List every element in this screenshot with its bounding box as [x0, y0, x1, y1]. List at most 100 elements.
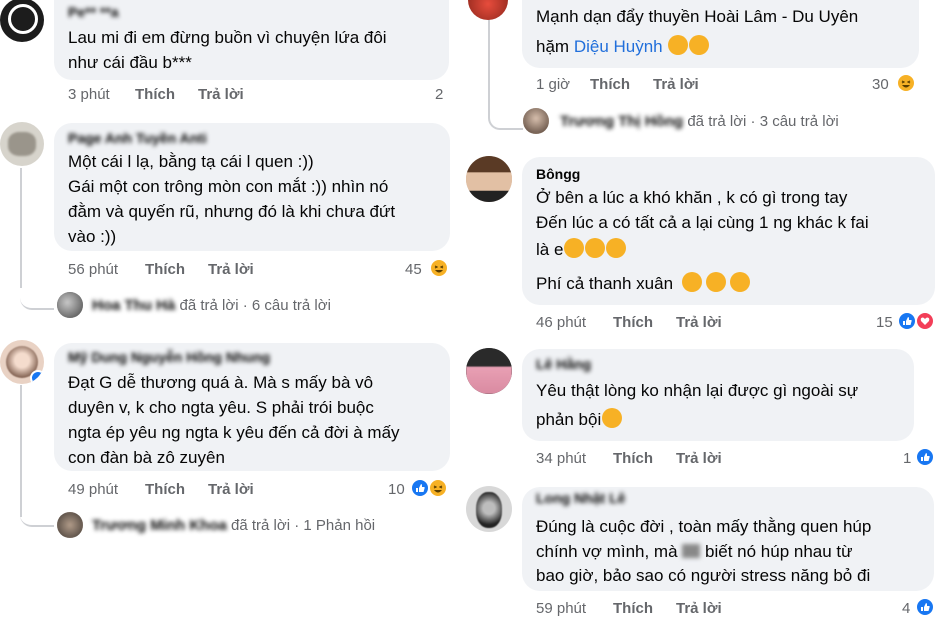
comment-line: Lau mi đi em đừng buồn vì chuyện lứa đôi [68, 28, 387, 47]
comment-line: là e [536, 237, 627, 262]
like-reaction-icon [915, 447, 935, 467]
comment-line: đằm và quyến rũ, nhưng đó là khi chưa đứ… [68, 202, 396, 221]
comment-author[interactable]: Mỹ Dung Nguyễn Hồng Nhung [68, 349, 270, 365]
comment-text: Phí cả thanh xuân [536, 274, 674, 293]
avatar-photo [466, 348, 512, 394]
author-name: Page Anh Tuyền Anti [68, 130, 207, 146]
reaction-count[interactable]: 45 [405, 261, 422, 278]
reaction-count[interactable]: 30 [872, 76, 889, 93]
avatar-photo [57, 512, 83, 538]
like-button[interactable]: Thích [135, 86, 175, 103]
comment-author[interactable]: Pe** **a [68, 4, 119, 20]
reaction-count[interactable]: 15 [876, 314, 893, 331]
reaction-count[interactable]: 10 [388, 481, 405, 498]
comment-line: hặm Diệu Huỳnh [536, 34, 710, 59]
avatar[interactable] [57, 512, 83, 538]
comment-text: chính vợ mình, mà [536, 542, 678, 561]
reaction-count[interactable]: 1 [903, 450, 911, 467]
view-replies-link[interactable]: Trương Minh Khoa đã trả lời · 1 Phản hồi [92, 517, 375, 534]
avatar-ring [8, 4, 38, 34]
mention-link[interactable]: Diệu Huỳnh [574, 37, 663, 56]
like-reaction-icon [410, 478, 430, 498]
comment-line: Phí cả thanh xuân [536, 271, 750, 296]
comment-line: ngta ép yêu ng ngta k yêu đến cả đời à m… [68, 423, 400, 442]
zany-face-emoji-icon [564, 238, 585, 258]
comment-time[interactable]: 3 phút [68, 86, 110, 103]
thread-connector [488, 0, 523, 130]
comment-line: Một cái l lạ, bằng tạ cái l quen :)) [68, 152, 314, 171]
comment-time[interactable]: 49 phút [68, 481, 118, 498]
comment-time[interactable]: 34 phút [536, 450, 586, 467]
avatar[interactable] [0, 122, 44, 166]
avatar-photo [466, 156, 512, 202]
love-reaction-icon [915, 311, 935, 331]
reply-summary: đã trả lời · 1 Phản hồi [231, 517, 376, 534]
comment-line: con đàn bà zô zuyên [68, 448, 225, 467]
smirk-emoji-icon [729, 272, 750, 292]
comment-author[interactable]: Long Nhật Lê [536, 490, 625, 506]
comment-time[interactable]: 59 phút [536, 600, 586, 617]
comment-text: biết nó húp nhau từ [705, 542, 853, 561]
thread-line [20, 385, 22, 517]
comment-time[interactable]: 46 phút [536, 314, 586, 331]
reaction-count[interactable]: 4 [902, 600, 910, 617]
avatar[interactable] [466, 348, 512, 394]
comment-line: vào :)) [68, 227, 117, 246]
reply-button[interactable]: Trả lời [198, 86, 244, 103]
reply-button[interactable]: Trả lời [676, 450, 722, 467]
avatar[interactable] [57, 292, 83, 318]
comment-bubble: Mạnh dạn đẩy thuyền Hoài Lâm - Du Uyên h… [522, 0, 919, 68]
comment-bubble: Mỹ Dung Nguyễn Hồng Nhung Đạt G dễ thươn… [54, 343, 450, 471]
thread-line [20, 168, 22, 288]
comment-text: là e [536, 240, 564, 259]
avatar[interactable] [0, 340, 44, 384]
avatar[interactable] [0, 0, 44, 42]
reply-button[interactable]: Trả lời [676, 314, 722, 331]
comment-author[interactable]: Bôngg [536, 166, 580, 182]
comment-text: phản bội [536, 410, 602, 429]
comment-line: Yêu thật lòng ko nhận lại được gì ngoài … [536, 381, 859, 400]
zany-face-emoji-icon [585, 238, 606, 258]
thread-connector [20, 288, 54, 310]
avatar[interactable] [466, 486, 512, 532]
reply-button[interactable]: Trả lời [653, 76, 699, 93]
smirk-emoji-icon [681, 272, 702, 292]
disappointed-emoji-icon [602, 408, 623, 428]
view-replies-link[interactable]: Hoa Thu Hà đã trả lời · 6 câu trả lời [92, 297, 331, 314]
like-button[interactable]: Thích [145, 261, 185, 278]
reply-button[interactable]: Trả lời [208, 481, 254, 498]
view-replies-link[interactable]: Trương Thị Hồng đã trả lời · 3 câu trả l… [560, 113, 839, 130]
like-button[interactable]: Thích [613, 600, 653, 617]
like-button[interactable]: Thích [613, 314, 653, 331]
comment-author[interactable]: Page Anh Tuyền Anti [68, 130, 207, 146]
thread-connector [20, 505, 54, 527]
comment-time[interactable]: 1 giờ [536, 76, 570, 93]
haha-reaction-icon [428, 478, 448, 498]
avatar[interactable] [523, 108, 549, 134]
comment-bubble: Long Nhật Lê Đúng là cuộc đời , toàn mấy… [522, 487, 934, 591]
comment-bubble: Pe** **a Lau mi đi em đừng buồn vì chuyệ… [54, 0, 449, 80]
avatar-photo [476, 492, 502, 528]
comment-bubble: Page Anh Tuyền Anti Một cái l lạ, bằng t… [54, 123, 450, 251]
reply-button[interactable]: Trả lời [208, 261, 254, 278]
reply-button[interactable]: Trả lời [676, 600, 722, 617]
haha-reaction-icon [896, 73, 916, 93]
comment-line: Đúng là cuộc đời , toàn mấy thằng quen h… [536, 517, 872, 536]
like-button[interactable]: Thích [145, 481, 185, 498]
comment-author[interactable]: Lê Hằng [536, 356, 591, 372]
like-button[interactable]: Thích [590, 76, 630, 93]
haha-reaction-icon [429, 258, 449, 278]
reply-summary: đã trả lời · 6 câu trả lời [179, 297, 331, 314]
like-reaction-icon [897, 311, 917, 331]
reaction-count[interactable]: 2 [435, 86, 443, 103]
comment-line: Ở bên a lúc a khó khăn , k có gì trong t… [536, 188, 848, 207]
comment-line: Mạnh dạn đẩy thuyền Hoài Lâm - Du Uyên [536, 7, 859, 26]
avatar-photo [8, 132, 36, 156]
reply-summary: đã trả lời · 3 câu trả lời [687, 113, 839, 130]
comment-text: hặm [536, 37, 570, 56]
avatar[interactable] [466, 156, 512, 202]
comment-line: phản bội [536, 407, 623, 432]
like-button[interactable]: Thích [613, 450, 653, 467]
comment-time[interactable]: 56 phút [68, 261, 118, 278]
laughing-emoji-icon [689, 35, 710, 55]
